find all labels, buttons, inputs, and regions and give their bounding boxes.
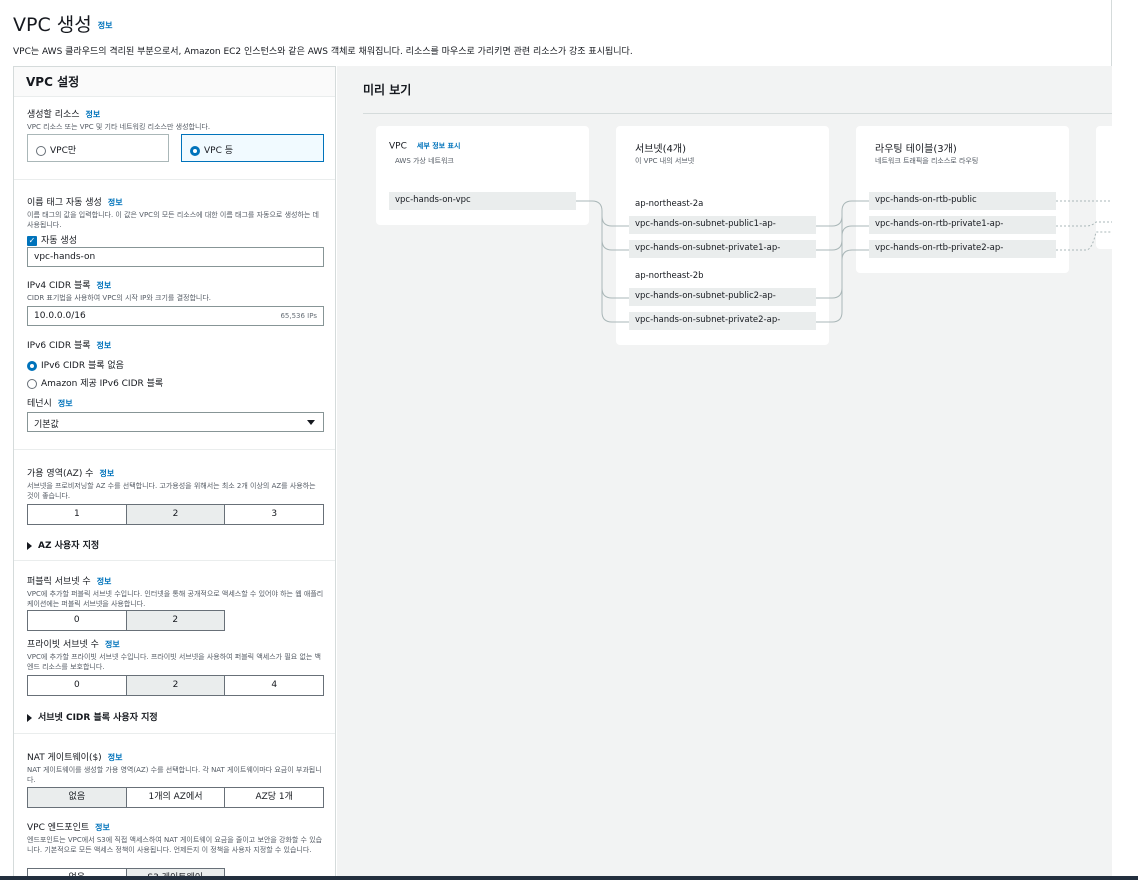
preview-connector-lines xyxy=(576,200,1112,323)
bottom-bar xyxy=(0,876,1138,880)
right-gutter xyxy=(1113,0,1138,880)
page: VPC 생성 정보 VPC는 AWS 클라우드의 격리된 부분으로서, Amazo… xyxy=(0,0,1112,880)
